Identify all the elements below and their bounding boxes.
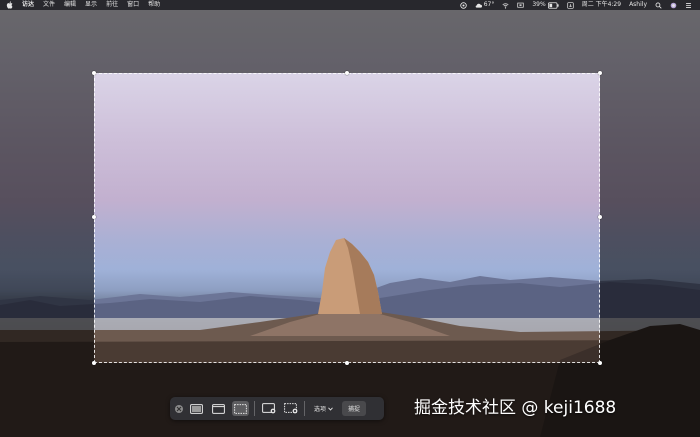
siri-icon[interactable] [670, 2, 677, 9]
screen-mirroring-icon[interactable] [517, 2, 524, 9]
menu-file[interactable]: 文件 [43, 0, 55, 10]
notification-center-icon[interactable] [685, 2, 692, 9]
resize-handle-bottom-left[interactable] [92, 361, 96, 365]
dim-overlay-left [0, 73, 94, 363]
entire-screen-icon [190, 403, 203, 414]
battery-status[interactable]: 39% [532, 0, 559, 10]
wifi-icon[interactable] [502, 2, 509, 9]
resize-handle-top[interactable] [345, 71, 349, 75]
resize-handle-top-left[interactable] [92, 71, 96, 75]
input-method-icon[interactable] [567, 1, 574, 9]
apple-menu-icon[interactable] [6, 1, 13, 9]
dim-overlay-right [600, 73, 700, 363]
temperature-status[interactable]: 67° [475, 0, 495, 10]
battery-icon [547, 1, 559, 9]
chevron-down-icon [328, 406, 333, 411]
window-icon [212, 403, 225, 414]
menu-help[interactable]: 帮助 [148, 0, 160, 10]
record-selection-icon [283, 403, 297, 414]
menu-view[interactable]: 显示 [85, 0, 97, 10]
toolbar-separator [254, 401, 255, 416]
temperature-label: 67° [483, 1, 495, 8]
resize-handle-top-right[interactable] [598, 71, 602, 75]
watermark: 掘金技术社区 @ keji1688 [414, 398, 617, 418]
resize-handle-bottom-right[interactable] [598, 361, 602, 365]
close-icon [176, 406, 182, 411]
user-name[interactable]: Ashily [629, 0, 647, 10]
resize-handle-right[interactable] [598, 215, 602, 219]
status-app-icon[interactable] [459, 1, 467, 9]
clock[interactable]: 周二 下午4:29 [582, 0, 621, 10]
selection-icon [234, 403, 247, 414]
resize-handle-left[interactable] [92, 215, 96, 219]
record-selection-button[interactable] [282, 401, 299, 416]
battery-percent: 39% [532, 1, 546, 8]
capture-button[interactable]: 捕捉 [342, 401, 367, 416]
menu-window[interactable]: 窗口 [127, 0, 139, 10]
screenshot-selection-area[interactable] [92, 71, 602, 365]
menu-bar: 访达 文件 编辑 显示 前往 窗口 帮助 67° 39% 周二 下午4:29 A… [0, 0, 700, 10]
search-icon[interactable] [655, 2, 662, 9]
options-dropdown[interactable]: 选项 [310, 401, 337, 416]
menu-edit[interactable]: 编辑 [64, 0, 76, 10]
capture-entire-screen-button[interactable] [188, 401, 205, 416]
capture-selection-button[interactable] [232, 401, 249, 416]
options-label: 选项 [314, 406, 327, 413]
cloud-icon [475, 3, 482, 8]
screenshot-toolbar: 选项 捕捉 [170, 397, 384, 420]
toolbar-separator [304, 401, 305, 416]
record-entire-screen-button[interactable] [260, 401, 277, 416]
menu-go[interactable]: 前往 [106, 0, 118, 10]
record-screen-icon [261, 403, 275, 414]
capture-window-button[interactable] [210, 401, 227, 416]
dim-overlay-top [0, 10, 700, 73]
close-toolbar-button[interactable] [175, 404, 183, 413]
resize-handle-bottom[interactable] [345, 361, 349, 365]
menu-finder[interactable]: 访达 [22, 0, 34, 10]
